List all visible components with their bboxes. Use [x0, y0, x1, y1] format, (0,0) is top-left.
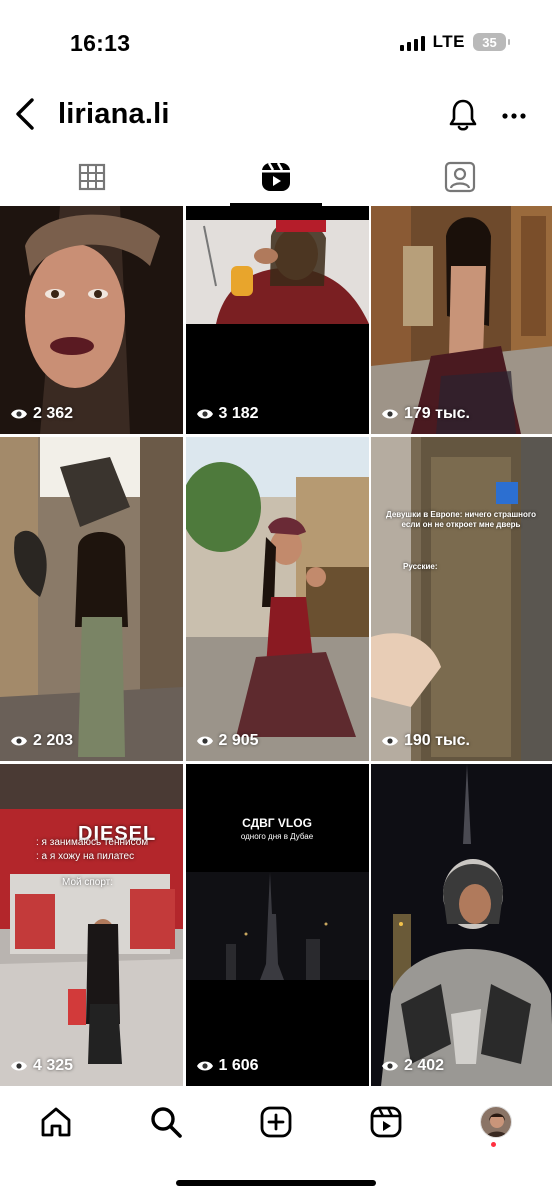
grid-icon: [78, 163, 106, 191]
tab-tagged[interactable]: [368, 148, 552, 206]
reel-thumbnail: [185, 206, 369, 434]
reel-tile[interactable]: 2 905: [185, 437, 369, 761]
signal-icon: [399, 33, 425, 51]
view-count-value: 2 362: [33, 405, 74, 422]
eye-icon: [196, 736, 213, 746]
reel-caption-line: : я занимаюсь теннисом: [36, 837, 149, 848]
reel-thumbnail: [371, 437, 552, 761]
reel-tile[interactable]: 2 362: [0, 206, 183, 434]
reels-icon: [370, 1106, 402, 1138]
notifications-button[interactable]: [444, 94, 482, 136]
eye-icon: [196, 409, 213, 419]
reel-thumbnail: [185, 764, 369, 1086]
view-count-value: 2 402: [404, 1057, 445, 1074]
more-horizontal-icon: [502, 113, 526, 119]
nav-reels[interactable]: [364, 1100, 408, 1144]
view-count-value: 3 182: [218, 405, 259, 422]
chevron-left-icon: [16, 98, 34, 130]
eye-icon: [382, 409, 398, 419]
status-indicators: LTE 35: [399, 32, 510, 52]
eye-icon: [196, 1061, 213, 1071]
view-count: 4 325: [10, 1057, 73, 1075]
reels-icon: [262, 162, 290, 191]
view-count: 179 тыс.: [381, 405, 470, 423]
reel-tile[interactable]: Девушки в Европе: ничего страшного если …: [371, 437, 552, 761]
home-indicator: [176, 1180, 376, 1186]
view-count-value: 179 тыс.: [404, 405, 470, 422]
view-count: 190 тыс.: [381, 732, 470, 750]
reel-thumbnail: [185, 437, 369, 761]
eye-icon: [382, 1061, 398, 1071]
bell-icon: [449, 99, 477, 131]
nav-create[interactable]: [254, 1100, 298, 1144]
reel-caption-line: : а я хожу на пилатес: [36, 851, 135, 862]
reel-thumbnail: [0, 437, 183, 761]
status-time: 16:13: [70, 30, 131, 56]
eye-icon: [382, 736, 398, 746]
view-count-value: 1 606: [218, 1057, 259, 1074]
view-count: 3 182: [196, 405, 259, 423]
nav-profile[interactable]: [474, 1100, 518, 1144]
reel-tile[interactable]: 3 182: [185, 206, 369, 434]
view-count-value: 2 203: [33, 732, 74, 749]
view-count: 1 606: [196, 1057, 259, 1075]
back-button[interactable]: [8, 94, 42, 134]
view-count: 2 402: [381, 1057, 444, 1075]
view-count: 2 362: [10, 405, 73, 423]
profile-username: liriana.li: [58, 98, 170, 130]
eye-icon: [11, 736, 27, 746]
tab-reels[interactable]: [184, 148, 368, 206]
profile-tabs: [0, 148, 552, 206]
create-icon: [260, 1106, 292, 1138]
reel-subtitle: одного дня в Дубае: [240, 832, 314, 841]
reel-tile[interactable]: 179 тыс.: [371, 206, 552, 434]
view-count: 2 203: [10, 732, 73, 750]
reel-caption-line: Девушки в Европе: ничего страшного если …: [386, 510, 536, 529]
reel-thumbnail: [0, 764, 183, 1086]
nav-home[interactable]: [34, 1100, 78, 1144]
view-count: 2 905: [196, 732, 259, 750]
battery-icon: 35: [473, 33, 510, 51]
nav-search[interactable]: [144, 1100, 188, 1144]
tab-grid[interactable]: [0, 148, 184, 206]
reel-caption-line: Мой спорт:: [62, 877, 114, 888]
home-icon: [41, 1107, 71, 1137]
profile-avatar: [480, 1106, 512, 1138]
reel-tile[interactable]: 2 203: [0, 437, 183, 761]
status-bar: 16:13 LTE 35: [0, 0, 552, 88]
tagged-person-icon: [444, 161, 476, 193]
network-type: LTE: [432, 32, 465, 51]
reel-thumbnail: [371, 206, 552, 434]
eye-icon: [11, 409, 27, 419]
search-icon: [151, 1107, 182, 1138]
reel-thumbnail: [0, 206, 183, 434]
reel-tile[interactable]: СДВГ VLOG одного дня в Дубае 1 606: [185, 764, 369, 1086]
profile-notification-dot: [491, 1142, 496, 1147]
battery-level: 35: [482, 34, 497, 50]
reel-caption-line: Русские:: [403, 562, 438, 571]
view-count-value: 190 тыс.: [404, 732, 470, 749]
view-count-value: 2 905: [218, 732, 259, 749]
reel-thumbnail: [371, 764, 552, 1086]
eye-icon: [11, 1061, 27, 1071]
reel-title: СДВГ VLOG: [242, 816, 312, 830]
reel-tile[interactable]: 2 402: [371, 764, 552, 1086]
reel-tile[interactable]: DIESEL : я занимаюсь теннисом : а я хожу…: [0, 764, 183, 1086]
more-options-button[interactable]: [496, 98, 532, 134]
profile-header: liriana.li: [0, 88, 552, 146]
view-count-value: 4 325: [33, 1057, 74, 1074]
reels-grid: 2 362 3 182 179 тыс. 2 203 2 905 Девушки…: [0, 206, 552, 1086]
